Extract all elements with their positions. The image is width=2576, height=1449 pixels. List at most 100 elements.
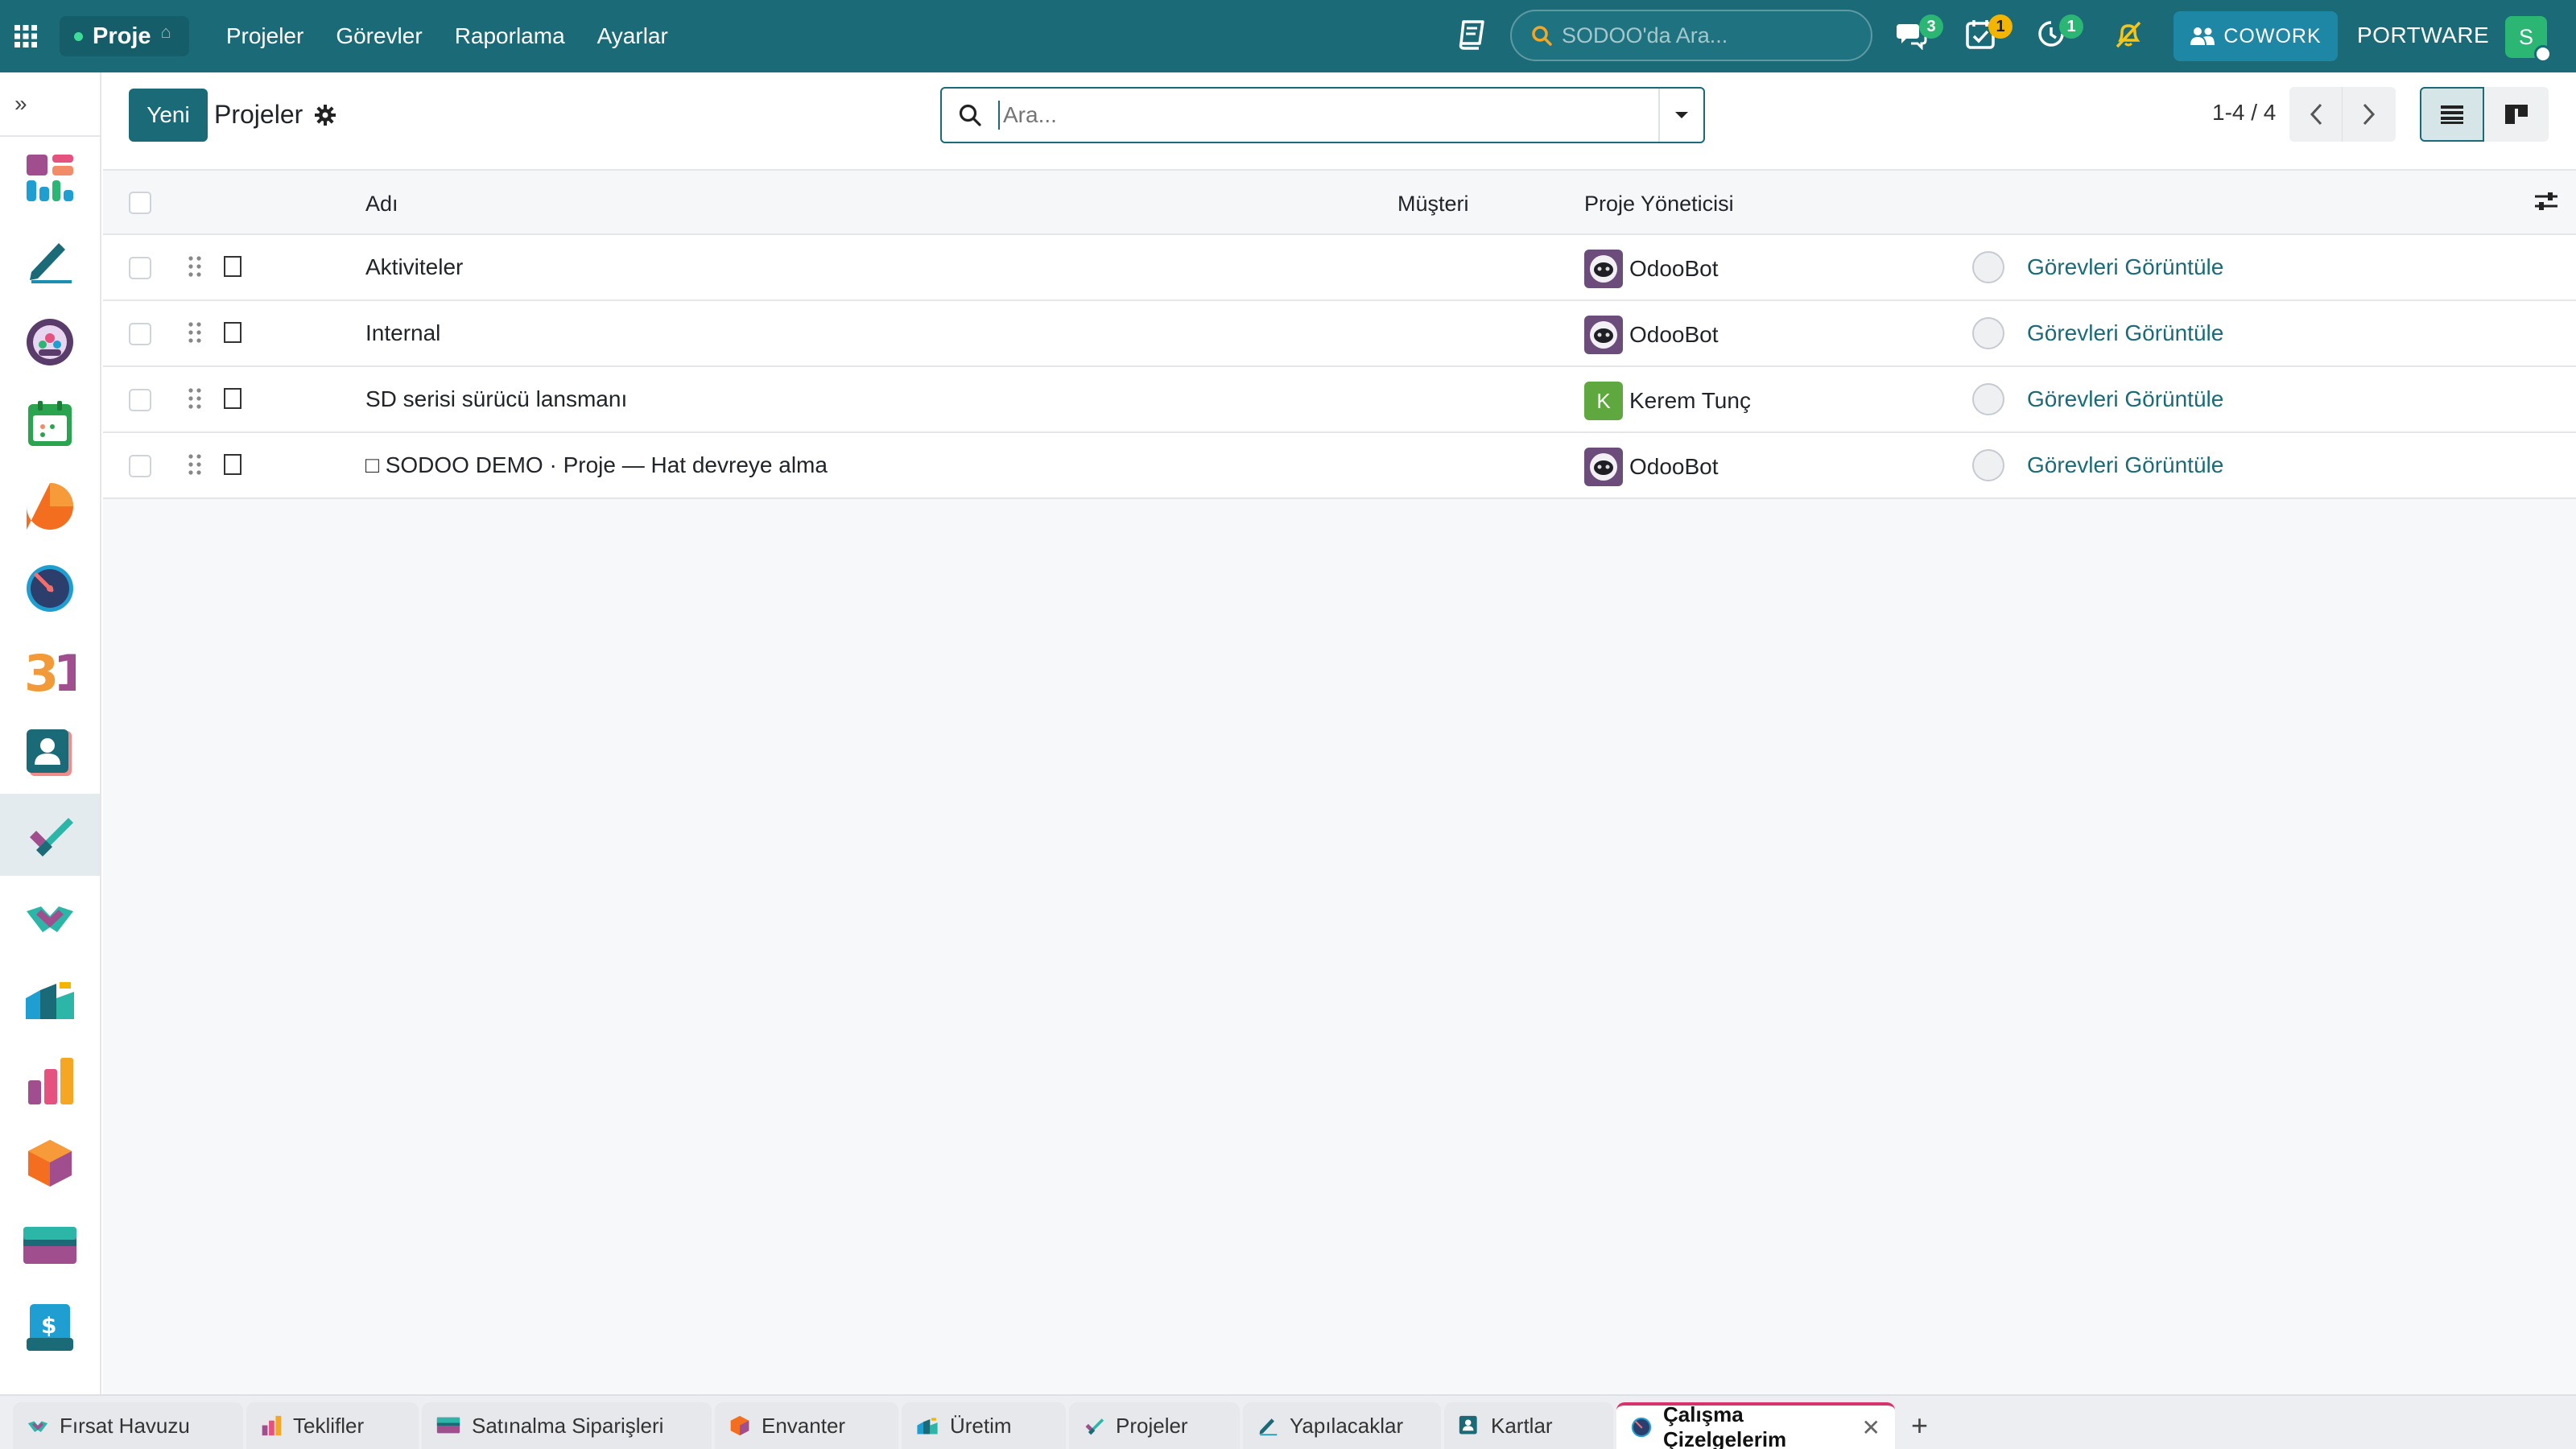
tab-purchase[interactable]: Satınalma Siparişleri [422, 1402, 712, 1449]
favorite-toggle[interactable] [224, 388, 242, 409]
book-icon [1459, 20, 1484, 50]
drag-handle-icon[interactable] [187, 320, 203, 350]
tab-crm[interactable]: Fırsat Havuzu [13, 1402, 243, 1449]
sidebar-item-inventory[interactable] [0, 1122, 100, 1204]
calendar-icon [28, 401, 72, 446]
menu-item-settings[interactable]: Ayarlar [581, 23, 684, 49]
view-tasks-button[interactable]: Görevleri Görüntüle [2027, 254, 2223, 280]
drag-handle-icon[interactable] [187, 452, 203, 482]
sidebar-item-sales[interactable] [0, 1040, 100, 1122]
tab-manufacturing[interactable]: Üretim [902, 1402, 1066, 1449]
new-button[interactable]: Yeni [129, 89, 208, 142]
sidebar-item-employees[interactable] [0, 301, 100, 383]
app-brand-label: Proje [93, 23, 151, 49]
tab-project[interactable]: Projeler [1069, 1402, 1240, 1449]
table-row[interactable]: SD serisi sürücü lansmanı K Kerem Tunç G… [103, 367, 2576, 433]
sidebar-item-manufacturing[interactable] [0, 958, 100, 1040]
favorite-toggle[interactable] [224, 256, 242, 277]
pager-next-button[interactable] [2343, 87, 2396, 142]
view-tasks-button[interactable]: Görevleri Görüntüle [2027, 386, 2223, 412]
favorite-toggle[interactable] [224, 454, 242, 475]
search-options-toggle[interactable] [1658, 89, 1703, 142]
tab-todo[interactable]: Yapılacaklar [1243, 1402, 1441, 1449]
menu-item-reporting[interactable]: Raporlama [439, 23, 581, 49]
sidebar-expand-button[interactable]: » [0, 72, 100, 137]
sidebar-item-crm[interactable] [0, 876, 100, 958]
project-manager: K Kerem Tunç [1584, 382, 1751, 420]
sidebar-item-events[interactable]: 3 1 [0, 630, 100, 712]
documentation-button[interactable] [1457, 19, 1486, 54]
sidebar-item-todo[interactable] [0, 219, 100, 301]
sidebar-item-dashboards[interactable] [0, 137, 100, 219]
project-manager: OdooBot [1584, 316, 1719, 354]
cowork-button[interactable]: COWORK [2174, 11, 2338, 61]
project-name: □ SODOO DEMO · Proje — Hat devreye alma [365, 452, 828, 477]
gear-icon[interactable] [314, 104, 336, 126]
tab-contacts[interactable]: Kartlar [1444, 1402, 1613, 1449]
sidebar-item-project[interactable] [0, 794, 100, 876]
factory-icon [26, 982, 74, 1019]
app-brand[interactable]: Proje ⌂ [60, 16, 189, 56]
app-menu-button[interactable] [0, 0, 52, 72]
sidebar-item-purchase[interactable] [0, 1204, 100, 1286]
home-icon: ⌂ [160, 22, 171, 42]
activities-button[interactable]: 1 [1964, 14, 2013, 54]
project-status-indicator[interactable] [1972, 317, 2004, 349]
menu-item-projects[interactable]: Projeler [210, 23, 320, 49]
pager-previous-button[interactable] [2289, 87, 2343, 142]
table-row[interactable]: Internal OdooBot Görevleri Görüntüle [103, 301, 2576, 367]
kanban-view-button[interactable] [2484, 87, 2549, 142]
project-status-indicator[interactable] [1972, 251, 2004, 283]
row-checkbox[interactable] [129, 389, 151, 411]
sidebar-item-timesheets[interactable] [0, 547, 100, 630]
double-chevron-right-icon: » [14, 91, 27, 116]
drag-handle-icon[interactable] [187, 254, 203, 284]
favorite-toggle[interactable] [224, 322, 242, 343]
kanban-icon [2505, 105, 2528, 124]
close-tab-icon[interactable]: ✕ [1862, 1414, 1880, 1441]
tab-timesheet[interactable]: Çalışma Çizelgelerim ✕ [1616, 1402, 1895, 1449]
optional-columns-button[interactable] [2534, 190, 2558, 218]
column-header-name[interactable]: Adı [365, 192, 398, 217]
project-status-indicator[interactable] [1972, 449, 2004, 481]
bell-slash-icon [2116, 21, 2141, 48]
chevron-left-icon [2310, 103, 2322, 126]
column-header-customer[interactable]: Müşteri [1397, 192, 1469, 217]
search-input[interactable] [998, 101, 1658, 130]
row-checkbox[interactable] [129, 257, 151, 279]
select-all-checkbox[interactable] [129, 192, 151, 214]
row-checkbox[interactable] [129, 323, 151, 345]
column-header-manager[interactable]: Proje Yöneticisi [1584, 192, 1734, 217]
tab-inventory[interactable]: Envanter [715, 1402, 898, 1449]
company-switcher[interactable]: PORTWARE [2357, 23, 2489, 48]
manager-name: OdooBot [1629, 454, 1719, 479]
menu-item-tasks[interactable]: Görevler [320, 23, 438, 49]
timer-button[interactable]: 1 [2035, 14, 2083, 54]
view-tasks-button[interactable]: Görevleri Görüntüle [2027, 320, 2223, 346]
contacts-icon [1459, 1415, 1480, 1436]
sidebar-item-invoicing[interactable]: $ [0, 1286, 100, 1368]
user-avatar[interactable]: S [2505, 16, 2552, 63]
table-row[interactable]: Aktiviteler OdooBot Görevleri Görüntüle [103, 235, 2576, 301]
notifications-toggle[interactable] [2112, 18, 2145, 54]
online-status-icon [2534, 45, 2552, 63]
row-checkbox[interactable] [129, 455, 151, 477]
sidebar-item-contacts[interactable] [0, 712, 100, 794]
page-title: Projeler [214, 100, 303, 129]
drag-handle-icon[interactable] [187, 386, 203, 416]
global-search-placeholder: SODOO'da Ara... [1562, 23, 1728, 47]
handshake-icon [27, 906, 73, 932]
sidebar-item-calendar[interactable] [0, 383, 100, 465]
global-search[interactable]: SODOO'da Ara... [1510, 10, 1872, 61]
pager-value[interactable]: 1-4 / 4 [2212, 100, 2276, 126]
add-tab-button[interactable]: + [1898, 1402, 1941, 1449]
project-status-indicator[interactable] [1972, 383, 2004, 415]
table-row[interactable]: □ SODOO DEMO · Proje — Hat devreye alma … [103, 433, 2576, 499]
view-tasks-button[interactable]: Görevleri Görüntüle [2027, 452, 2223, 478]
sidebar-item-discuss[interactable] [0, 465, 100, 547]
messages-button[interactable]: 3 [1895, 14, 1943, 54]
bottom-tab-bar: Fırsat Havuzu Teklifler Satınalma Siparişl… [0, 1394, 2576, 1449]
tab-sales[interactable]: Teklifler [246, 1402, 419, 1449]
list-view-button[interactable] [2420, 87, 2484, 142]
pager-buttons [2289, 87, 2396, 142]
